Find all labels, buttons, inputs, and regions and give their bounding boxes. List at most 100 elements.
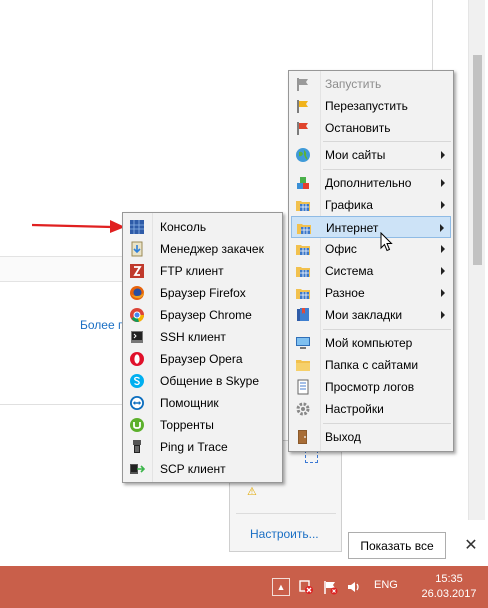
menu-item-view-logs[interactable]: Просмотр логов [291,376,451,398]
teamviewer-icon [130,396,144,410]
menu-item-stop[interactable]: Остановить [291,117,451,139]
menu-item-label: Интернет [326,221,379,235]
menu-item-label: Дополнительно [325,176,412,190]
gear-icon [296,402,310,416]
menu-item-misc[interactable]: Разное [291,282,451,304]
submenu-item-label: Общение в Skype [160,374,260,388]
clock[interactable]: 15:35 26.03.2017 [418,572,480,602]
download-manager-icon [131,241,143,257]
network-error-icon[interactable] [298,579,314,595]
filezilla-icon [130,264,144,278]
submenu-item-label: SCP клиент [160,462,226,476]
blocks-icon [297,177,309,189]
menu-item-my-bookmarks[interactable]: Мои закладки [291,304,451,326]
submenu-arrow-icon [440,224,444,232]
submenu-item-download-manager[interactable]: Менеджер закачек [125,238,280,260]
volume-icon[interactable] [346,579,362,595]
menu-item-run[interactable]: Запустить [291,73,451,95]
bookmarks-icon [297,308,309,321]
divider [236,513,336,514]
scrollbar-thumb[interactable] [473,55,482,265]
menu-item-system[interactable]: Система [291,260,451,282]
menu-item-label: Запустить [325,77,382,91]
menu-item-label: Просмотр логов [325,380,415,394]
menu-item-sites-folder[interactable]: Папка с сайтами [291,354,451,376]
folder-grid-icon [296,245,310,255]
menu-item-restart[interactable]: Перезапустить [291,95,451,117]
submenu-item-firefox[interactable]: Браузер Firefox [125,282,280,304]
configure-link[interactable]: Настроить... [250,527,319,541]
menu-item-label: Перезапустить [325,99,408,113]
scp-icon [130,464,145,474]
menu-item-graphics[interactable]: Графика [291,194,451,216]
flag-red-icon [297,122,308,135]
menu-separator [323,169,451,170]
submenu-item-label: Торренты [160,418,214,432]
menu-item-label: Мои закладки [325,308,403,322]
submenu-item-label: Ping и Trace [160,440,228,454]
submenu-item-ssh-client[interactable]: SSH клиент [125,326,280,348]
submenu-arrow-icon [441,311,445,319]
menu-item-label: Выход [325,430,361,444]
submenu-item-console[interactable]: Консоль [125,216,280,238]
menu-item-internet[interactable]: Интернет [291,216,451,238]
menu-item-label: Система [325,264,374,278]
submenu-arrow-icon [441,201,445,209]
submenu-item-skype[interactable]: Общение в Skype [125,370,280,392]
folder-icon [296,360,310,371]
opera-icon [130,352,144,366]
more-link[interactable]: Более п [80,318,124,332]
menu-item-label: Остановить [325,121,391,135]
submenu-item-ftp-client[interactable]: FTP клиент [125,260,280,282]
exit-door-icon [298,430,307,444]
show-hidden-icons-button[interactable]: ▲ [272,578,290,596]
submenu-arrow-icon [441,245,445,253]
skype-icon [130,374,144,388]
warning-icon[interactable]: ⚠ [247,485,257,498]
menu-item-label: Разное [325,286,365,300]
computer-icon [296,337,310,349]
menu-item-label: Офис [325,242,357,256]
submenu-item-label: Помощник [160,396,219,410]
menu-item-settings[interactable]: Настройки [291,398,451,420]
submenu-item-ping-trace[interactable]: Ping и Trace [125,436,280,458]
log-icon [297,379,309,395]
submenu-item-label: SSH клиент [160,330,226,344]
menu-item-extra[interactable]: Дополнительно [291,172,451,194]
show-all-button[interactable]: Показать все [348,532,446,559]
flag-gray-icon [297,78,308,91]
submenu-arrow-icon [441,151,445,159]
taskbar: ▲ ENG 15:35 26.03.2017 [0,566,488,608]
close-icon[interactable]: ✕ [460,534,482,556]
folder-grid-icon [296,267,310,277]
submenu-item-chrome[interactable]: Браузер Chrome [125,304,280,326]
submenu-item-scp-client[interactable]: SCP клиент [125,458,280,480]
menu-item-label: Графика [325,198,373,212]
menu-item-office[interactable]: Офис [291,238,451,260]
globe-icon [296,148,310,162]
menu-item-exit[interactable]: Выход [291,426,451,448]
folder-grid-icon [297,224,311,234]
background-band [0,256,125,282]
submenu-item-torrents[interactable]: Торренты [125,414,280,436]
ping-icon [133,440,141,453]
notification-flag-icon[interactable] [322,579,338,595]
submenu-item-opera[interactable]: Браузер Opera [125,348,280,370]
submenu-arrow-icon [441,267,445,275]
submenu-item-label: Консоль [160,220,207,234]
menu-item-my-sites[interactable]: Мои сайты [291,144,451,166]
submenu-item-label: FTP клиент [160,264,224,278]
context-menu: Запустить Перезапустить Остановить Мои сайт… [288,70,454,452]
menu-separator [323,329,451,330]
language-indicator[interactable]: ENG [374,579,398,591]
folder-grid-icon [296,201,310,211]
menu-item-label: Папка с сайтами [325,358,419,372]
submenu-item-assistant[interactable]: Помощник [125,392,280,414]
internet-submenu: Консоль Менеджер закачек FTP клиент Браузер… [122,212,283,483]
mouse-cursor-icon [380,232,393,252]
vertical-scrollbar[interactable] [468,0,485,520]
chrome-icon [130,308,145,322]
firefox-icon [130,286,144,300]
menu-item-my-computer[interactable]: Мой компьютер [291,332,451,354]
menu-item-label: Настройки [325,402,384,416]
